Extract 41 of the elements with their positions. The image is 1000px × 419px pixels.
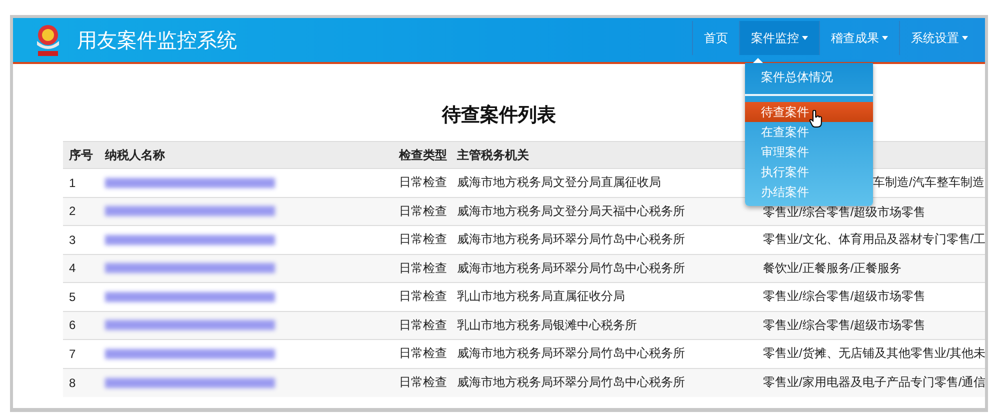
table-cell: 零售业/综合零售/超级市场零售 <box>763 205 926 220</box>
pointer-icon <box>753 58 763 63</box>
table-cell: 威海市地方税务局文登分局天福中心税务所 <box>451 197 757 226</box>
table-cell: 4 <box>63 254 99 282</box>
redacted-name[interactable] <box>105 292 275 302</box>
table-cell: 威海市地方税务局环翠分局竹岛中心税务所 <box>451 368 757 396</box>
column-header: 检查类型 <box>393 142 451 168</box>
table-cell: 零售业/货摊、无店铺及其他零售业/其他未 <box>763 346 985 360</box>
app-title: 用友案件监控系统 <box>77 28 237 54</box>
redacted-name[interactable] <box>105 263 275 274</box>
redacted-name[interactable] <box>105 178 275 188</box>
redacted-name[interactable] <box>105 378 275 388</box>
table-cell: 零售业/文化、体育用品及器材专门零售/工 <box>763 232 985 246</box>
column-header: 序号 <box>63 142 99 168</box>
menu-item[interactable]: 在查案件 <box>745 122 873 142</box>
nav-tab[interactable]: 稽查成果 <box>819 21 899 55</box>
table-cell: 6 <box>63 311 99 340</box>
page-title: 待查案件列表 <box>442 103 556 128</box>
redacted-name[interactable] <box>105 234 275 245</box>
table-cell: 零售业/家用电器及电子产品专门零售/通信 <box>763 375 985 389</box>
table-cell: 餐饮业/正餐服务/正餐服务 <box>763 260 902 275</box>
table-cell: 2 <box>63 197 99 226</box>
redacted-name[interactable] <box>105 320 275 330</box>
redacted-name[interactable] <box>105 206 275 216</box>
nav-tab[interactable]: 系统设置 <box>899 21 979 55</box>
table-cell: 威海市地方税务局环翠分局竹岛中心税务所 <box>451 254 757 282</box>
redacted-name[interactable] <box>105 348 275 359</box>
menu-item[interactable]: 案件总体情况 <box>745 67 873 87</box>
column-header: 纳税人名称 <box>99 142 393 168</box>
nav-tab[interactable]: 案件监控 <box>739 21 819 55</box>
table-cell: 日常检查 <box>393 311 451 340</box>
table-cell: 日常检查 <box>393 197 451 226</box>
table-cell: 日常检查 <box>393 368 451 396</box>
table-cell: 零售业/综合零售/超级市场零售 <box>763 318 926 332</box>
hand-cursor-icon <box>809 110 823 128</box>
table-cell: 乳山市地方税务局银滩中心税务所 <box>451 311 757 340</box>
menu-item[interactable]: 待查案件 <box>745 102 873 122</box>
table-cell: 零售业/综合零售/超级市场零售 <box>763 289 926 304</box>
table-cell: 车制造/汽车整车制造 <box>873 175 984 190</box>
table-cell: 日常检查 <box>393 254 451 282</box>
table-cell: 8 <box>63 368 99 396</box>
